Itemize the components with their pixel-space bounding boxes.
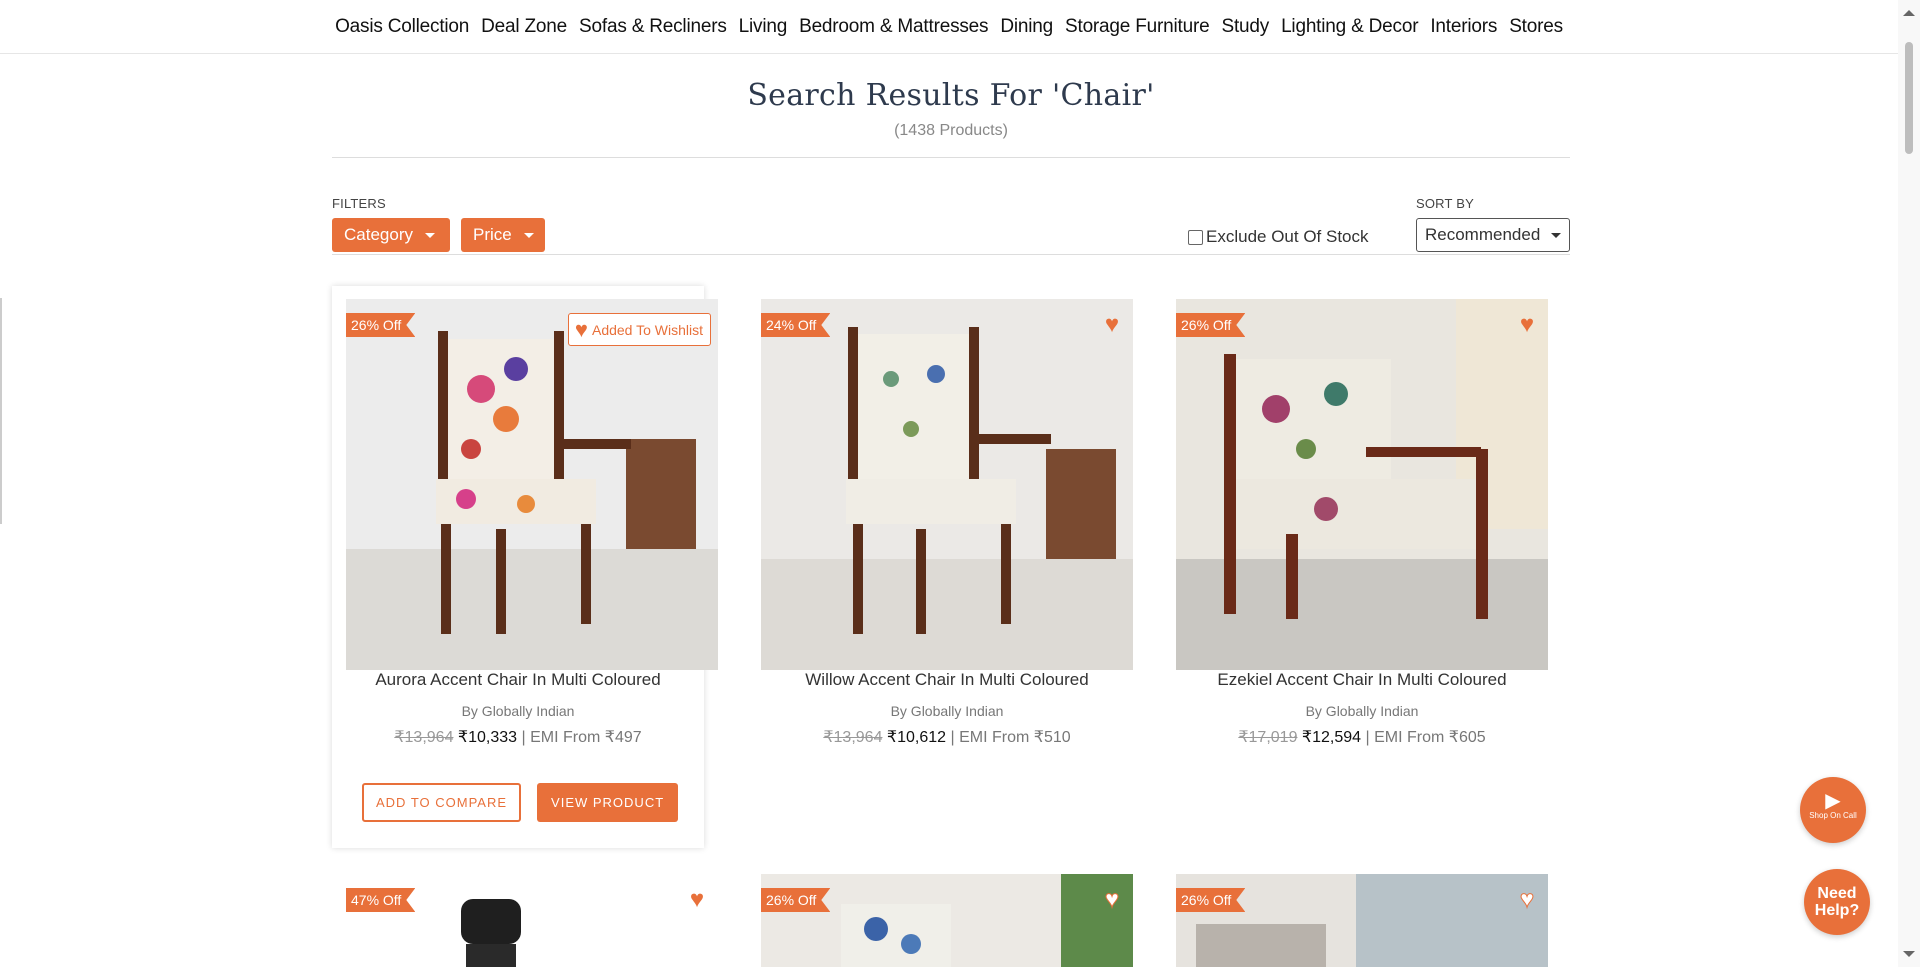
product-brand: By Globally Indian bbox=[890, 703, 1004, 719]
discount-badge: 24% Off bbox=[761, 313, 831, 337]
wishlist-label: Added To Wishlist bbox=[591, 321, 703, 338]
emi-text: | EMI From ₹497 bbox=[521, 729, 642, 746]
nav-item-lighting-decor[interactable]: Lighting & Decor bbox=[1275, 16, 1424, 38]
exclude-out-of-stock-label: Exclude Out Of Stock bbox=[1206, 227, 1369, 246]
scrollbar-thumb[interactable] bbox=[1905, 42, 1913, 154]
nav-item-sofas-recliners[interactable]: Sofas & Recliners bbox=[573, 16, 733, 38]
heart-icon[interactable]: ♥ bbox=[1514, 313, 1540, 337]
heart-outline-icon[interactable]: ♥ bbox=[1514, 887, 1540, 912]
mrp-price: ₹13,964 bbox=[823, 729, 883, 746]
product-image[interactable]: 26% Off ♥ bbox=[1176, 299, 1548, 670]
filter-bar: FILTERS Category Price Exclude Out Of St… bbox=[332, 158, 1570, 255]
product-title[interactable]: Ezekiel Accent Chair In Multi Coloured bbox=[1176, 670, 1548, 690]
sort-by-value: Recommended bbox=[1425, 225, 1541, 244]
product-count: (1438 Products) bbox=[894, 122, 1008, 139]
nav-item-deal-zone[interactable]: Deal Zone bbox=[475, 16, 573, 38]
wishlist-button[interactable]: ♥ Added To Wishlist bbox=[567, 313, 711, 346]
chevron-down-icon bbox=[1551, 232, 1561, 238]
heart-icon[interactable]: ♥ bbox=[1099, 313, 1125, 337]
product-image[interactable]: 24% Off ♥ bbox=[761, 299, 1133, 670]
product-brand: By Globally Indian bbox=[461, 703, 575, 719]
card-actions: ADD TO COMPARE VIEW PRODUCT bbox=[362, 783, 679, 822]
category-filter-label: Category bbox=[344, 225, 413, 244]
chair-image bbox=[761, 299, 1133, 670]
chevron-down-icon bbox=[523, 232, 534, 238]
sale-price: ₹10,612 bbox=[886, 729, 947, 746]
exclude-out-of-stock[interactable]: Exclude Out Of Stock bbox=[1188, 227, 1369, 247]
heart-icon: ♥ bbox=[574, 316, 588, 342]
nav-item-bedroom-mattresses[interactable]: Bedroom & Mattresses bbox=[793, 16, 994, 38]
chair-image bbox=[1176, 299, 1548, 670]
need-help-line1: Need bbox=[1817, 885, 1857, 902]
chevron-down-icon bbox=[424, 232, 435, 238]
product-brand: By Globally Indian bbox=[1305, 703, 1419, 719]
shop-on-call-label: Shop On Call bbox=[1809, 811, 1857, 820]
search-results-container: Search Results For 'Chair' (1438 Product… bbox=[332, 53, 1570, 255]
product-image[interactable]: 26% Off ♥ bbox=[761, 874, 1133, 967]
nav-item-living[interactable]: Living bbox=[733, 16, 793, 38]
left-edge-divider bbox=[0, 298, 2, 524]
product-card[interactable]: 26% Off ♥ bbox=[1176, 874, 1548, 967]
sale-price: ₹10,333 bbox=[457, 729, 518, 746]
product-image[interactable]: 26% Off ♥ bbox=[1176, 874, 1548, 967]
filters-label: FILTERS bbox=[332, 196, 386, 211]
sale-price: ₹12,594 bbox=[1301, 729, 1362, 746]
vertical-scrollbar[interactable] bbox=[1898, 0, 1920, 967]
scroll-down-icon[interactable] bbox=[1903, 951, 1915, 957]
product-card[interactable]: 26% Off ♥ bbox=[761, 874, 1133, 967]
product-price: ₹17,019 ₹12,594 | EMI From ₹605 bbox=[1176, 727, 1548, 747]
nav-item-study[interactable]: Study bbox=[1215, 16, 1275, 38]
heart-icon[interactable]: ♥ bbox=[684, 888, 710, 912]
nav-item-stores[interactable]: Stores bbox=[1503, 16, 1569, 38]
product-price: ₹13,964 ₹10,612 | EMI From ₹510 bbox=[761, 727, 1133, 747]
nav-item-interiors[interactable]: Interiors bbox=[1424, 16, 1503, 38]
need-help-line2: Help? bbox=[1814, 902, 1860, 919]
discount-badge: 26% Off bbox=[761, 888, 831, 912]
nav-item-storage-furniture[interactable]: Storage Furniture bbox=[1059, 16, 1215, 38]
price-filter-dropdown[interactable]: Price bbox=[461, 218, 545, 252]
price-filter-label: Price bbox=[473, 225, 512, 244]
discount-badge: 26% Off bbox=[346, 313, 416, 337]
top-navigation: Oasis Collection Deal Zone Sofas & Recli… bbox=[0, 0, 1898, 54]
emi-text: | EMI From ₹605 bbox=[1365, 729, 1486, 746]
mrp-price: ₹13,964 bbox=[394, 729, 454, 746]
chair-image bbox=[1176, 874, 1548, 967]
product-card[interactable]: 47% Off ♥ bbox=[346, 874, 718, 967]
exclude-out-of-stock-checkbox[interactable] bbox=[1188, 229, 1203, 245]
category-filter-dropdown[interactable]: Category bbox=[332, 218, 450, 252]
product-image[interactable]: 26% Off ♥ Added To Wishlist bbox=[346, 299, 718, 670]
discount-badge: 26% Off bbox=[1176, 313, 1246, 337]
mrp-price: ₹17,019 bbox=[1238, 729, 1298, 746]
add-to-compare-button[interactable]: ADD TO COMPARE bbox=[362, 783, 522, 822]
shop-on-call-button[interactable]: ▶ Shop On Call bbox=[1800, 777, 1866, 843]
discount-badge: 47% Off bbox=[346, 888, 416, 912]
product-card[interactable]: 24% Off ♥ Willow Accent Chair In Multi C… bbox=[761, 286, 1133, 766]
product-image[interactable]: 47% Off ♥ bbox=[346, 874, 718, 967]
nav-item-oasis-collection[interactable]: Oasis Collection bbox=[329, 16, 475, 38]
office-chair-image bbox=[346, 874, 718, 967]
chair-image bbox=[346, 299, 718, 670]
view-product-button[interactable]: VIEW PRODUCT bbox=[537, 783, 679, 822]
product-card[interactable]: 26% Off ♥ Added To Wishlist Aurora Accen… bbox=[332, 286, 718, 848]
emi-text: | EMI From ₹510 bbox=[950, 729, 1071, 746]
chair-image bbox=[761, 874, 1133, 967]
nav-item-dining[interactable]: Dining bbox=[994, 16, 1059, 38]
sort-by-select[interactable]: Recommended bbox=[1416, 218, 1570, 252]
heart-outline-icon[interactable]: ♥ bbox=[1099, 887, 1125, 912]
product-price: ₹13,964 ₹10,333 | EMI From ₹497 bbox=[332, 727, 704, 747]
video-call-icon: ▶ bbox=[1825, 790, 1841, 812]
results-heading: Search Results For 'Chair' (1438 Product… bbox=[332, 53, 1570, 140]
product-title[interactable]: Willow Accent Chair In Multi Coloured bbox=[761, 670, 1133, 690]
need-help-button[interactable]: Need Help? bbox=[1804, 869, 1870, 935]
page-title: Search Results For 'Chair' bbox=[747, 78, 1155, 113]
product-card[interactable]: 26% Off ♥ Ezekiel Accent Chair In Multi … bbox=[1176, 286, 1548, 766]
product-title[interactable]: Aurora Accent Chair In Multi Coloured bbox=[332, 670, 704, 690]
scroll-up-icon[interactable] bbox=[1903, 10, 1915, 16]
discount-badge: 26% Off bbox=[1176, 888, 1246, 912]
sort-by-label: SORT BY bbox=[1416, 196, 1474, 211]
